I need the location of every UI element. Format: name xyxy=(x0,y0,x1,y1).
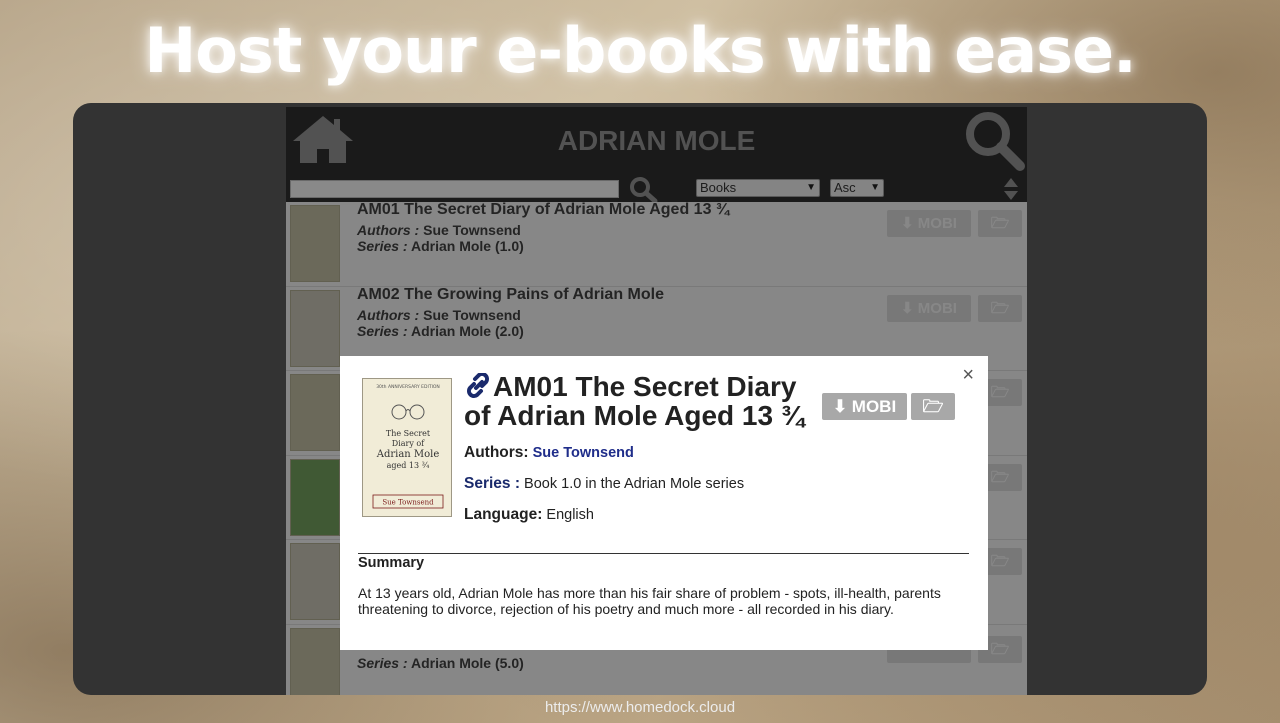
download-label: MOBI xyxy=(851,397,897,416)
link-icon[interactable] xyxy=(464,373,492,399)
authors-field: Authors: Sue Townsend xyxy=(464,444,634,462)
close-button[interactable]: × xyxy=(962,365,974,385)
divider xyxy=(358,553,969,554)
book-cover-art: 30th ANNIVERSARY EDITION The Secret Diar… xyxy=(372,384,444,509)
cover-author: Sue Townsend xyxy=(382,499,434,507)
language-label: Language: xyxy=(464,506,543,523)
folder-icon: 🗁 xyxy=(922,397,944,416)
book-details-modal: × 30th ANNIVERSARY EDITION The Secret Di… xyxy=(340,356,988,650)
language-field: Language: English xyxy=(464,506,594,524)
download-mobi-button[interactable]: ⬇ MOBI xyxy=(822,393,907,420)
cover-line4: aged 13 ¾ xyxy=(387,461,430,470)
book-title: AM01 The Secret Diary of Adrian Mole Age… xyxy=(464,372,816,430)
headline: Host your e-books with ease. xyxy=(144,14,1136,87)
series-field: Series : Book 1.0 in the Adrian Mole ser… xyxy=(464,475,744,493)
series-label[interactable]: Series : xyxy=(464,475,520,492)
open-folder-button[interactable]: 🗁 xyxy=(911,393,955,420)
book-title-text: AM01 The Secret Diary of Adrian Mole Age… xyxy=(464,371,805,431)
footer-url: https://www.homedock.cloud xyxy=(544,699,736,716)
cover-line1: The Secret xyxy=(386,429,431,438)
language-value: English xyxy=(546,507,594,523)
authors-label: Authors: xyxy=(464,444,529,461)
cover-edition: 30th ANNIVERSARY EDITION xyxy=(376,384,440,390)
series-value: Book 1.0 in the Adrian Mole series xyxy=(524,476,745,492)
cover-line2: Diary of xyxy=(392,439,425,448)
cover-line3: Adrian Mole xyxy=(376,449,440,460)
summary-text: At 13 years old, Adrian Mole has more th… xyxy=(358,585,941,617)
book-cover: 30th ANNIVERSARY EDITION The Secret Diar… xyxy=(362,378,452,517)
author-link[interactable]: Sue Townsend xyxy=(533,445,634,461)
summary-heading: Summary xyxy=(358,555,425,571)
